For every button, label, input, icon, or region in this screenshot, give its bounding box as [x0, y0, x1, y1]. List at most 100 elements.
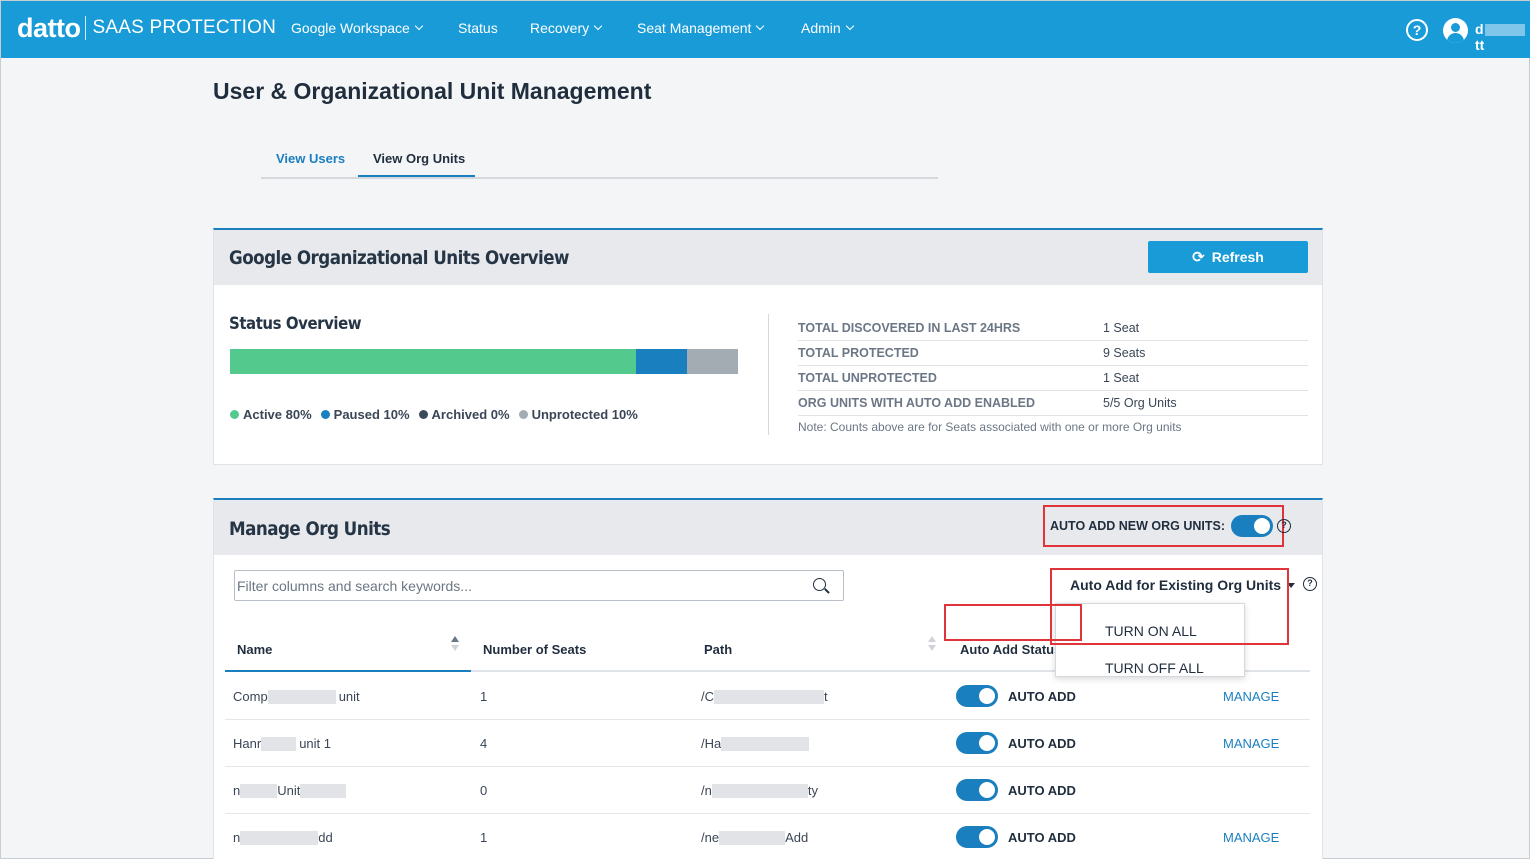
path-start: /C — [701, 689, 714, 704]
user-menu[interactable]: dtt — [1475, 21, 1530, 53]
stat-row-discovered: TOTAL DISCOVERED IN LAST 24HRS 1 Seat — [798, 316, 1308, 341]
path-end: t — [824, 689, 828, 704]
help-icon[interactable]: ? — [1406, 19, 1428, 41]
page-title: User & Organizational Unit Management — [213, 78, 652, 104]
stat-label: TOTAL DISCOVERED IN LAST 24HRS — [798, 321, 1021, 335]
auto-add-toggle[interactable] — [956, 732, 998, 754]
user-name-start: d — [1475, 21, 1484, 37]
user-avatar-icon[interactable] — [1443, 18, 1468, 43]
nav-status-label: Status — [458, 20, 498, 36]
redacted-text — [240, 783, 278, 798]
nav-google-workspace[interactable]: Google Workspace — [291, 20, 424, 36]
legend-archived: Archived 0% — [418, 407, 510, 422]
redacted-text — [711, 783, 808, 798]
stat-value: 5/5 Org Units — [1103, 396, 1177, 410]
stat-label: TOTAL PROTECTED — [798, 346, 919, 360]
column-header-name[interactable]: Name — [237, 642, 272, 657]
toggle-knob — [1254, 518, 1270, 534]
org-unit-path: /n ty — [701, 783, 818, 798]
legend-active: Active 80% — [230, 407, 312, 422]
auto-add-new-toggle[interactable] — [1231, 515, 1273, 537]
chevron-down-icon — [593, 21, 603, 31]
refresh-button[interactable]: ⟳ Refresh — [1148, 241, 1308, 273]
seat-statistics: TOTAL DISCOVERED IN LAST 24HRS 1 Seat TO… — [798, 316, 1308, 434]
column-header-seats[interactable]: Number of Seats — [483, 642, 586, 657]
name-end: Unit — [277, 783, 301, 798]
search-icon[interactable] — [813, 578, 826, 591]
tab-view-org-units[interactable]: View Org Units — [373, 151, 465, 166]
user-name-end: tt — [1475, 37, 1485, 53]
tab-view-users[interactable]: View Users — [276, 151, 345, 166]
auto-add-existing-dropdown[interactable]: Auto Add for Existing Org Units — [1070, 577, 1296, 593]
name-start: n — [233, 783, 241, 798]
org-unit-path: /Ha — [701, 736, 810, 751]
help-icon[interactable]: ? — [1303, 577, 1317, 591]
sort-icon[interactable] — [451, 636, 459, 654]
org-unit-path: /C t — [701, 689, 828, 704]
search-box — [234, 570, 844, 601]
sort-icon[interactable] — [928, 636, 936, 654]
menu-item-turn-off-all[interactable]: TURN OFF ALL — [1105, 660, 1204, 676]
org-unit-path: /ne Add — [701, 830, 808, 845]
stat-row-unprotected: TOTAL UNPROTECTED 1 Seat — [798, 366, 1308, 391]
archived-dot-icon — [418, 410, 428, 419]
column-header-path[interactable]: Path — [704, 642, 732, 657]
seat-count: 0 — [480, 783, 488, 798]
active-tab-indicator — [358, 175, 475, 177]
datto-logo[interactable]: datto SAAS PROTECTION — [17, 13, 276, 43]
redacted-text — [1484, 24, 1525, 37]
manage-org-units-panel: Manage Org Units AUTO ADD NEW ORG UNITS:… — [213, 498, 1323, 859]
status-bar-unprotected — [687, 349, 738, 374]
org-unit-name: Hanr unit 1 — [233, 736, 331, 751]
nav-admin[interactable]: Admin — [801, 20, 854, 36]
manage-panel-header: Manage Org Units AUTO ADD NEW ORG UNITS:… — [214, 500, 1322, 555]
overview-divider — [768, 314, 769, 435]
auto-add-toggle[interactable] — [956, 779, 998, 801]
path-start: /Ha — [701, 736, 722, 751]
stats-note: Note: Counts above are for Seats associa… — [798, 420, 1182, 434]
org-unit-name: n dd — [233, 830, 333, 845]
redacted-text — [261, 736, 297, 751]
name-start: Comp — [233, 689, 268, 704]
legend-archived-label: Archived 0% — [431, 407, 510, 422]
nav-status[interactable]: Status — [458, 20, 498, 36]
overview-title: Google Organizational Units Overview — [229, 247, 569, 269]
path-end: ty — [807, 783, 818, 798]
top-navigation-bar: datto SAAS PROTECTION Google Workspace S… — [1, 1, 1530, 58]
table-row: Hanr unit 1 4 /Ha AUTO ADD MANAGE — [225, 720, 1310, 767]
search-input[interactable] — [237, 573, 797, 598]
nav-seat-management[interactable]: Seat Management — [637, 20, 765, 36]
auto-add-status-label: AUTO ADD — [1008, 783, 1076, 798]
org-unit-name: n Unit — [233, 783, 347, 798]
auto-add-new-label: AUTO ADD NEW ORG UNITS: — [1050, 519, 1225, 533]
manage-link[interactable]: MANAGE — [1223, 689, 1279, 704]
manage-link[interactable]: MANAGE — [1223, 830, 1279, 845]
logo-product-name: SAAS PROTECTION — [92, 17, 277, 38]
toggle-knob — [979, 829, 995, 845]
auto-add-toggle[interactable] — [956, 685, 998, 707]
nav-admin-label: Admin — [801, 20, 841, 36]
nav-recovery[interactable]: Recovery — [530, 20, 603, 36]
auto-add-status-label: AUTO ADD — [1008, 830, 1076, 845]
overview-panel-header: Google Organizational Units Overview ⟳ R… — [214, 230, 1322, 285]
auto-add-toggle[interactable] — [956, 826, 998, 848]
refresh-button-label: Refresh — [1211, 249, 1264, 265]
auto-add-existing-menu: TURN ON ALL TURN OFF ALL — [1055, 603, 1245, 677]
column-header-auto-add-status[interactable]: Auto Add Status — [960, 642, 1061, 657]
auto-add-status-label: AUTO ADD — [1008, 689, 1076, 704]
seat-count: 1 — [480, 689, 488, 704]
paused-dot-icon — [320, 410, 330, 419]
help-icon[interactable]: ? — [1277, 519, 1291, 533]
menu-item-turn-on-all[interactable]: TURN ON ALL — [1105, 623, 1197, 639]
stat-value: 1 Seat — [1103, 321, 1140, 335]
manage-link[interactable]: MANAGE — [1223, 736, 1279, 751]
stat-value: 1 Seat — [1103, 371, 1140, 385]
status-progress-bar — [230, 349, 738, 374]
status-bar-active — [230, 349, 637, 374]
redacted-text — [300, 783, 347, 798]
toggle-knob — [979, 735, 995, 751]
status-legend: Active 80% Paused 10% Archived 0% Unprot… — [230, 407, 647, 422]
manage-title: Manage Org Units — [229, 518, 391, 540]
table-row: n Unit 0 /n ty AUTO ADD — [225, 767, 1310, 814]
active-dot-icon — [230, 410, 239, 419]
